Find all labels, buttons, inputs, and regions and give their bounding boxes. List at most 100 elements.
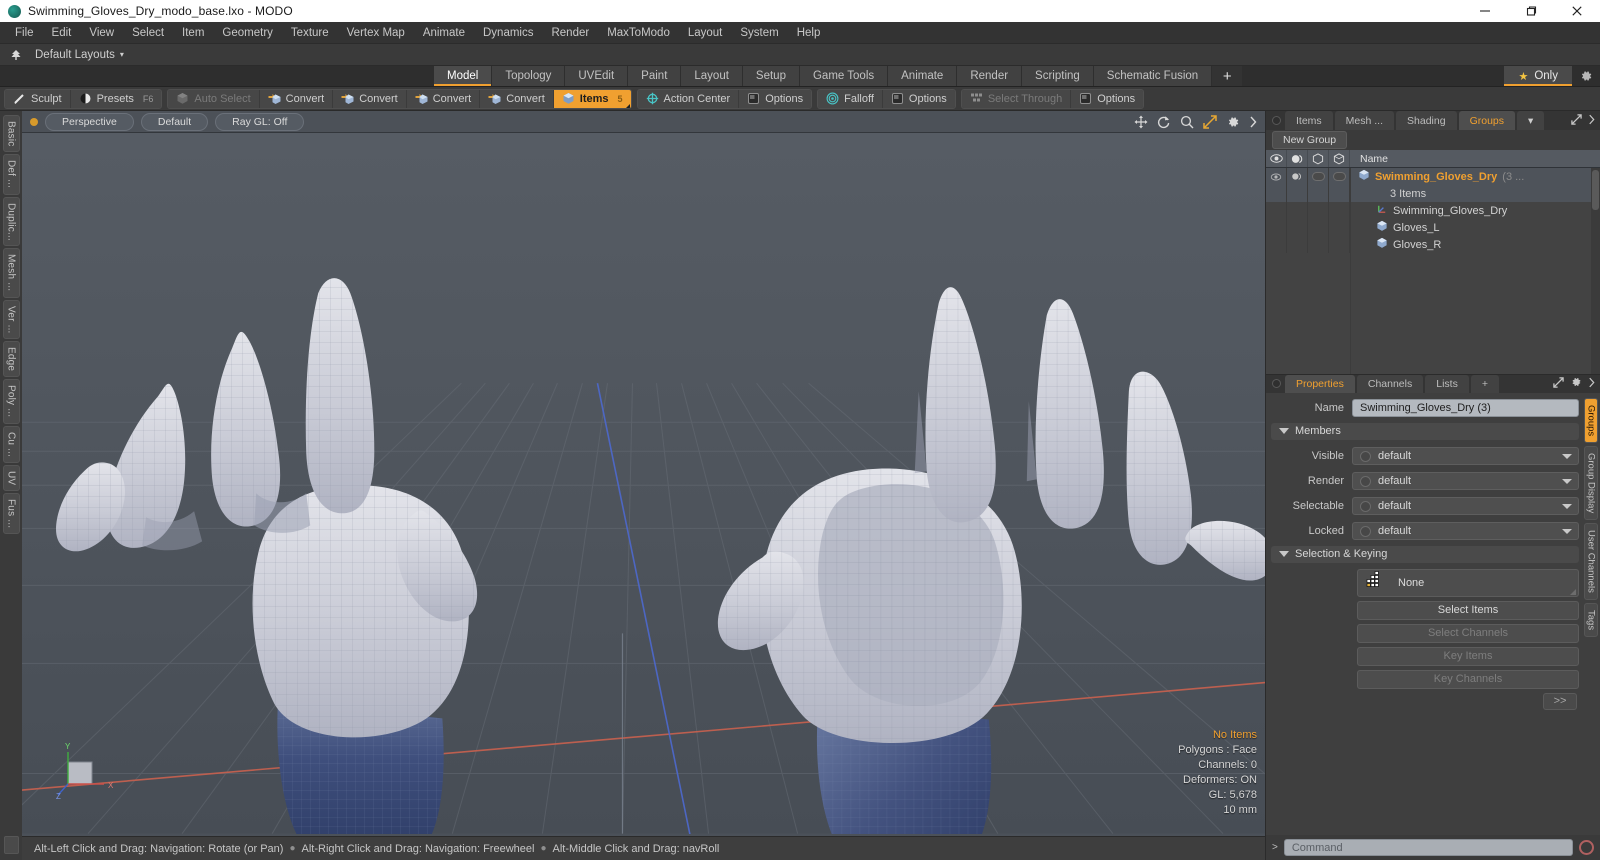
items-mode-button[interactable]: Items 5 — [553, 89, 631, 108]
action-center-options-button[interactable]: Options — [739, 89, 812, 108]
section-members-header[interactable]: Members — [1271, 422, 1579, 440]
row-shade-toggle-b[interactable] — [1329, 168, 1350, 185]
chevron-down-icon[interactable]: ▾ — [120, 50, 124, 59]
menu-view[interactable]: View — [80, 24, 123, 42]
row-visible-toggle[interactable] — [1266, 168, 1287, 185]
zoom-icon[interactable] — [1180, 115, 1194, 129]
tab-add-properties[interactable]: + — [1470, 374, 1499, 393]
item-tree[interactable]: Swimming_Gloves_Dry (3 ... 3 Items Swimm… — [1266, 168, 1600, 374]
item-tab-items[interactable]: Items — [1285, 111, 1333, 130]
menu-animate[interactable]: Animate — [414, 24, 474, 42]
left-tab-mesh[interactable]: Mesh ... — [2, 248, 20, 298]
tab-animate[interactable]: Animate — [888, 66, 958, 86]
row-shade-toggle-b[interactable] — [1329, 202, 1350, 219]
convert-material-button[interactable]: Convert — [480, 89, 554, 108]
left-tab-duplicate[interactable]: Duplic... — [2, 196, 20, 247]
convert-edge-button[interactable]: Convert — [333, 89, 407, 108]
row-shade-toggle-b[interactable] — [1329, 219, 1350, 236]
menu-maxtomodo[interactable]: MaxToModo — [598, 24, 679, 42]
item-tab-groups[interactable]: Groups — [1458, 111, 1516, 130]
tab-game-tools[interactable]: Game Tools — [799, 66, 889, 86]
left-strip-footer-button[interactable] — [3, 836, 19, 854]
scrollbar-thumb[interactable] — [1592, 170, 1599, 210]
expand-icon[interactable] — [1571, 112, 1582, 130]
panel-knob-icon[interactable] — [1272, 116, 1281, 125]
table-row[interactable]: Swimming_Gloves_Dry (3 ... — [1266, 168, 1600, 185]
close-icon[interactable] — [1554, 0, 1600, 22]
tab-schematic-fusion[interactable]: Schematic Fusion — [1093, 66, 1213, 86]
item-tab-mesh[interactable]: Mesh ... — [1334, 111, 1395, 130]
table-row[interactable]: Gloves_L — [1266, 219, 1600, 236]
locked-select[interactable]: default — [1352, 522, 1579, 540]
selectable-radio-icon[interactable] — [1360, 500, 1371, 512]
tab-properties[interactable]: Properties — [1285, 374, 1355, 393]
sculpt-button[interactable]: Sculpt — [5, 89, 71, 108]
row-shade-toggle-a[interactable] — [1308, 185, 1329, 202]
presets-button[interactable]: Presets F6 — [70, 89, 162, 108]
row-shade-toggle-a[interactable] — [1308, 168, 1329, 185]
visible-radio-icon[interactable] — [1360, 450, 1371, 462]
action-center-button[interactable]: Action Center — [637, 89, 740, 108]
viewport-style-pill[interactable]: Default — [140, 112, 209, 131]
menu-file[interactable]: File — [6, 24, 43, 42]
item-tree-scrollbar[interactable] — [1591, 168, 1600, 374]
rotate-icon[interactable] — [1157, 115, 1171, 129]
tab-scripting[interactable]: Scripting — [1022, 66, 1094, 86]
row-visible-toggle[interactable] — [1266, 202, 1287, 219]
viewport-raygl-pill[interactable]: Ray GL: Off — [215, 112, 305, 131]
auto-select-button[interactable]: Auto Select — [168, 89, 260, 108]
menu-edit[interactable]: Edit — [43, 24, 81, 42]
settings-icon[interactable] — [1226, 115, 1240, 129]
row-visible-toggle[interactable] — [1266, 185, 1287, 202]
record-circle-icon[interactable] — [1579, 840, 1594, 855]
column-visible-eye-icon[interactable] — [1266, 150, 1287, 167]
row-shade-toggle-b[interactable] — [1329, 185, 1350, 202]
convert-vertex-button[interactable]: Convert — [259, 89, 334, 108]
visible-select[interactable]: default — [1352, 447, 1579, 465]
column-shade-icon-b[interactable] — [1329, 150, 1350, 167]
minimize-icon[interactable] — [1462, 0, 1508, 22]
locked-radio-icon[interactable] — [1360, 525, 1371, 537]
left-tab-vertex[interactable]: Ver ... — [2, 299, 20, 340]
side-tab-group-display[interactable]: Group Display — [1584, 445, 1598, 520]
command-input[interactable]: Command — [1283, 839, 1573, 856]
tab-setup[interactable]: Setup — [742, 66, 800, 86]
left-tab-uv[interactable]: UV — [2, 464, 20, 491]
only-button[interactable]: ★ Only — [1504, 66, 1572, 86]
row-render-toggle[interactable] — [1287, 236, 1308, 253]
tab-layout[interactable]: Layout — [681, 66, 743, 86]
falloff-options-button[interactable]: Options — [882, 89, 955, 108]
row-shade-toggle-a[interactable] — [1308, 202, 1329, 219]
tab-lists[interactable]: Lists — [1425, 374, 1469, 393]
more-arrow-icon[interactable] — [1588, 112, 1595, 130]
key-channels-button[interactable]: Key Channels — [1357, 669, 1579, 689]
tree-item-group[interactable]: Swimming_Gloves_Dry (3 ... — [1350, 169, 1524, 184]
menu-help[interactable]: Help — [788, 24, 830, 42]
select-through-button[interactable]: Select Through — [961, 89, 1072, 108]
left-tab-basic[interactable]: Basic — [2, 115, 20, 153]
menu-render[interactable]: Render — [542, 24, 598, 42]
row-render-toggle[interactable] — [1287, 168, 1308, 185]
row-render-toggle[interactable] — [1287, 219, 1308, 236]
left-tab-curve[interactable]: Cu ... — [2, 425, 20, 463]
render-radio-icon[interactable] — [1360, 475, 1371, 487]
tab-uvedit[interactable]: UVEdit — [565, 66, 629, 86]
menu-select[interactable]: Select — [123, 24, 173, 42]
gear-icon[interactable] — [1570, 375, 1582, 393]
expand-more-button[interactable]: >> — [1543, 692, 1577, 710]
tab-paint[interactable]: Paint — [628, 66, 682, 86]
select-channels-button[interactable]: Select Channels — [1357, 623, 1579, 643]
selectable-select[interactable]: default — [1352, 497, 1579, 515]
pan-icon[interactable] — [1134, 115, 1148, 129]
left-tab-polygon[interactable]: Poly ... — [2, 379, 20, 424]
row-render-toggle[interactable] — [1287, 185, 1308, 202]
row-shade-toggle-a[interactable] — [1308, 236, 1329, 253]
table-row[interactable]: Swimming_Gloves_Dry — [1266, 202, 1600, 219]
item-tab-shading[interactable]: Shading — [1396, 111, 1457, 130]
menu-dynamics[interactable]: Dynamics — [474, 24, 542, 42]
menu-system[interactable]: System — [731, 24, 787, 42]
row-shade-toggle-b[interactable] — [1329, 236, 1350, 253]
viewport-projection-pill[interactable]: Perspective — [45, 112, 134, 131]
properties-knob-icon[interactable] — [1272, 379, 1281, 388]
menu-texture[interactable]: Texture — [282, 24, 338, 42]
